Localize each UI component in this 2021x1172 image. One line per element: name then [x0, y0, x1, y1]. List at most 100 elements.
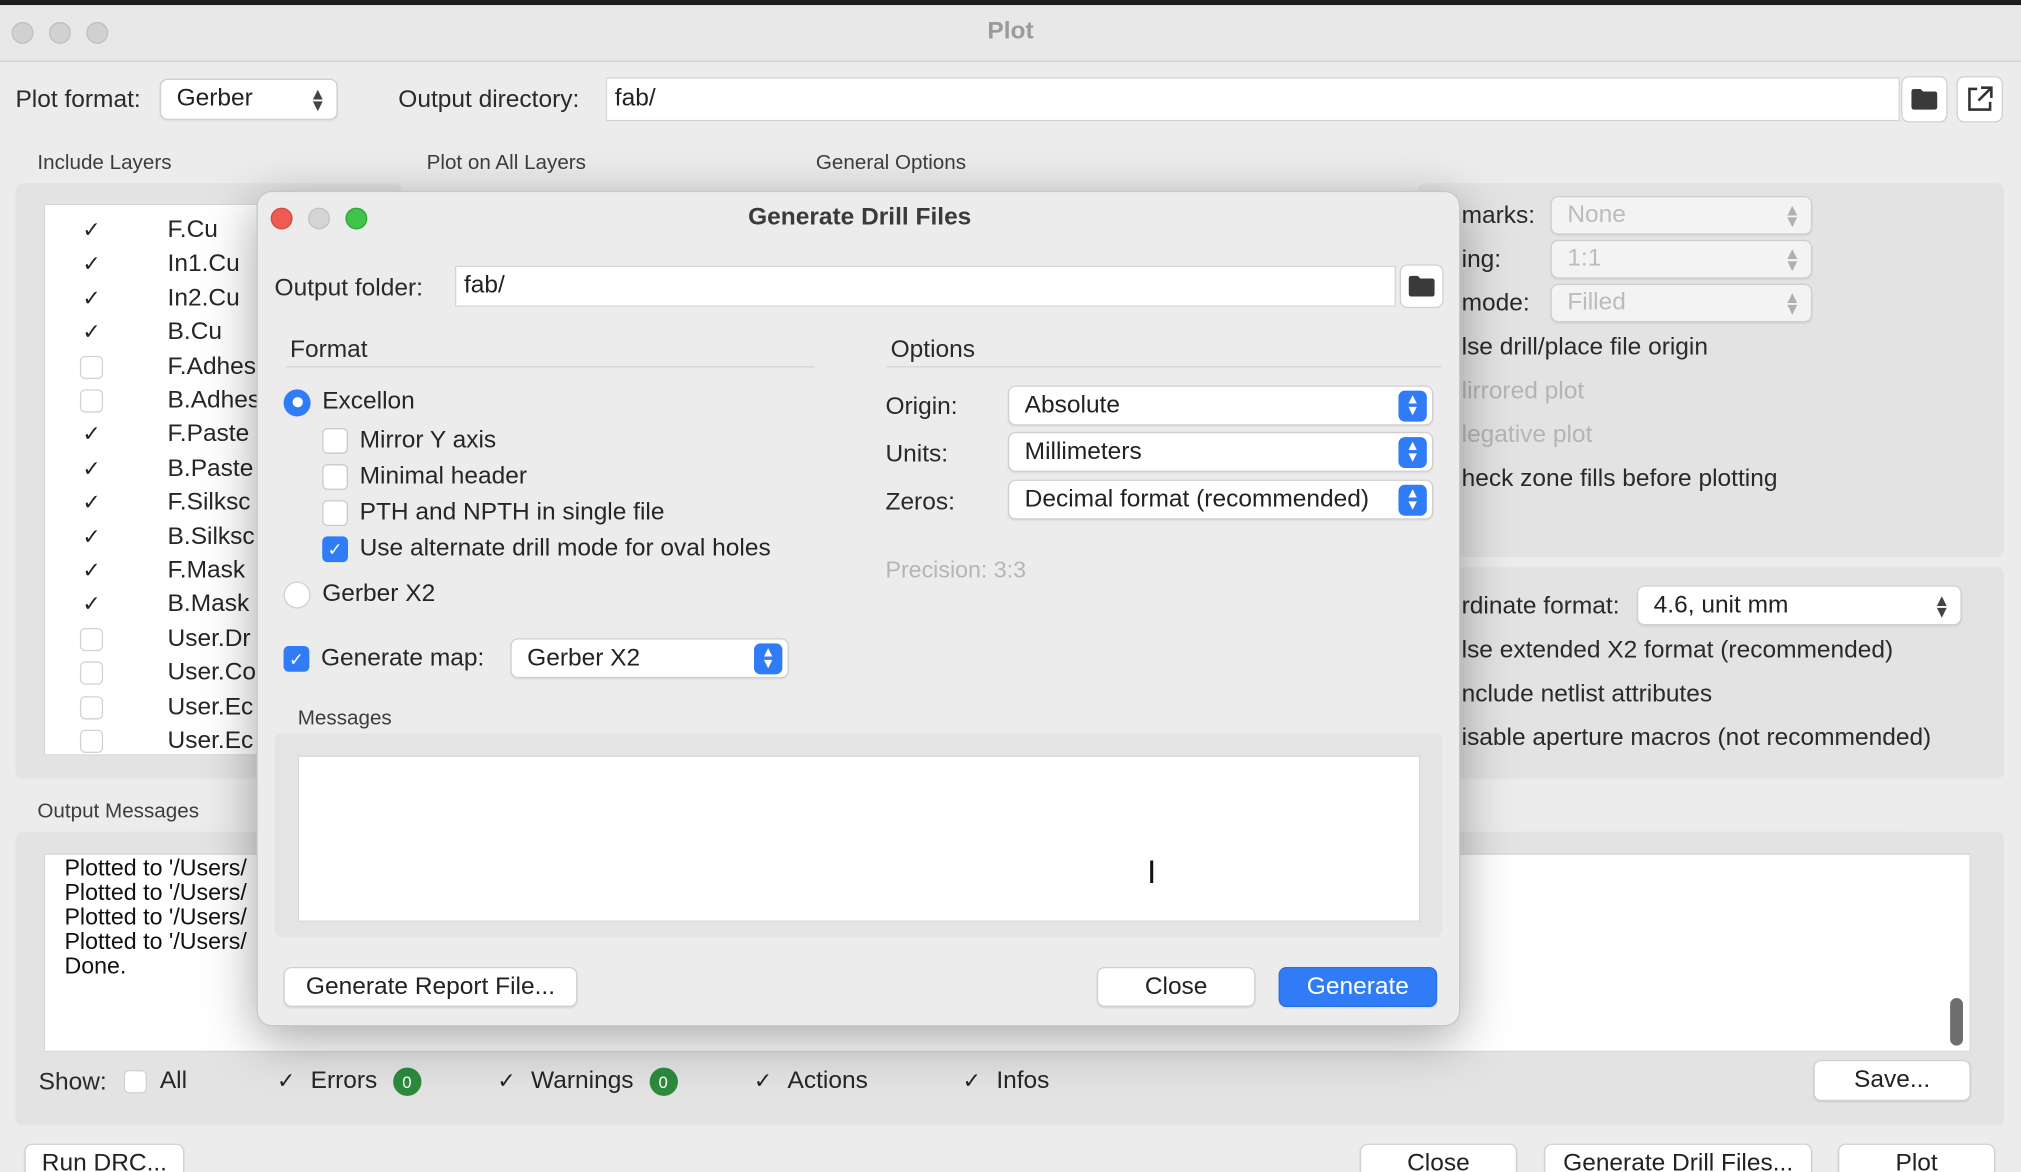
plot-button[interactable]: Plot: [1837, 1143, 1996, 1172]
layer-name: F.Paste: [167, 420, 250, 448]
output-messages-text: Plotted to '/Users/ Plotted to '/Users/ …: [64, 855, 247, 978]
plot-marks-label: marks:: [1461, 202, 1536, 230]
alternate-drill-checkbox[interactable]: ✓ Use alternate drill mode for oval hole…: [322, 532, 771, 566]
close-plot-button[interactable]: Close: [1359, 1143, 1518, 1172]
messages-textarea[interactable]: [297, 755, 1421, 922]
options-section-title: Options: [890, 336, 976, 364]
screen: Plot Plot format: Gerber ▲ ▼ Output direc…: [0, 0, 2021, 1172]
negative-plot-option[interactable]: legative plot: [1462, 422, 1593, 450]
scaling-label: ing:: [1461, 246, 1502, 274]
dialog-browse-folder-button[interactable]: [1399, 264, 1444, 309]
checkmark-icon[interactable]: ✓: [80, 524, 103, 550]
messages-scrollbar-thumb[interactable]: [1950, 997, 1964, 1046]
updown-icon: ▲ ▼: [1398, 436, 1427, 468]
checkbox-unchecked-icon: [322, 500, 349, 527]
mirrored-plot-option[interactable]: lirrored plot: [1462, 378, 1585, 406]
folder-icon: [1408, 275, 1435, 297]
origin-value: Absolute: [1024, 391, 1121, 419]
checkmark-icon[interactable]: ✓: [80, 558, 103, 584]
gerber-x2-label: Gerber X2: [322, 580, 436, 608]
layer-name: User.Co: [167, 659, 257, 687]
plot-format-value: Gerber: [176, 85, 253, 113]
checkmark-icon[interactable]: ✓: [80, 218, 103, 244]
checkbox-unchecked-icon[interactable]: [79, 355, 104, 379]
generate-map-checkbox[interactable]: ✓ Generate map:: [283, 642, 485, 676]
generate-report-button[interactable]: Generate Report File...: [283, 966, 578, 1007]
filter-all[interactable]: All: [123, 1065, 187, 1099]
excellon-radio[interactable]: Excellon: [283, 386, 415, 420]
checkmark-icon[interactable]: ✓: [80, 592, 103, 618]
plot-mode-label: mode:: [1461, 290, 1530, 318]
checkmark-icon[interactable]: ✓: [80, 422, 103, 448]
generate-map-label: Generate map:: [320, 644, 485, 672]
layer-name: B.Mask: [167, 591, 250, 619]
checkbox-unchecked-icon[interactable]: [79, 695, 104, 719]
save-messages-button[interactable]: Save...: [1813, 1059, 1971, 1102]
plot-format-select[interactable]: Gerber ▲ ▼: [159, 78, 338, 120]
format-divider: [286, 366, 815, 368]
checkmark-icon: ✓: [962, 1068, 982, 1094]
pth-npth-label: PTH and NPTH in single file: [359, 498, 665, 527]
checkbox-unchecked-icon[interactable]: [79, 729, 104, 753]
filter-warnings[interactable]: ✓ Warnings 0: [495, 1065, 678, 1099]
coordinate-format-select[interactable]: 4.6, unit mm ▲ ▼: [1636, 585, 1962, 626]
updown-icon: ▲ ▼: [309, 83, 327, 115]
plot-marks-select[interactable]: None ▲ ▼: [1550, 195, 1813, 235]
plot-marks-value: None: [1567, 201, 1626, 229]
browse-folder-button[interactable]: [1901, 76, 1948, 123]
all-checkbox[interactable]: [123, 1070, 147, 1094]
alternate-drill-label: Use alternate drill mode for oval holes: [359, 535, 771, 563]
checkbox-unchecked-icon[interactable]: [79, 661, 104, 685]
open-directory-button[interactable]: [1956, 76, 2003, 123]
extended-x2-option[interactable]: lse extended X2 format (recommended): [1462, 637, 1894, 665]
radio-selected-icon: [283, 388, 311, 416]
checkmark-icon[interactable]: ✓: [80, 456, 103, 482]
checkbox-unchecked-icon[interactable]: [79, 627, 104, 651]
coordinate-format-value: 4.6, unit mm: [1653, 591, 1789, 619]
excellon-label: Excellon: [322, 388, 415, 416]
zeros-value: Decimal format (recommended): [1024, 485, 1370, 513]
output-folder-input[interactable]: fab/: [454, 265, 1396, 307]
mirror-y-checkbox[interactable]: Mirror Y axis: [322, 424, 496, 458]
layer-name: User.Ec: [167, 693, 254, 721]
folder-icon: [1911, 88, 1938, 110]
output-directory-input[interactable]: fab/: [605, 77, 1900, 122]
scaling-select[interactable]: 1:1 ▲ ▼: [1550, 239, 1813, 279]
generate-drill-files-button[interactable]: Generate Drill Files...: [1544, 1143, 1813, 1172]
message-line: Plotted to '/Users/: [64, 879, 247, 906]
show-label: Show:: [38, 1068, 107, 1096]
filter-actions[interactable]: ✓ Actions: [751, 1065, 868, 1099]
pth-npth-checkbox[interactable]: PTH and NPTH in single file: [322, 496, 664, 530]
filter-infos[interactable]: ✓ Infos: [960, 1065, 1050, 1099]
zeros-select[interactable]: Decimal format (recommended) ▲ ▼: [1007, 479, 1434, 520]
netlist-attributes-option[interactable]: nclude netlist attributes: [1462, 681, 1712, 709]
dialog-close-button[interactable]: Close: [1096, 966, 1256, 1007]
units-select[interactable]: Millimeters ▲ ▼: [1007, 431, 1434, 472]
disable-aperture-macros-option[interactable]: isable aperture macros (not recommended): [1462, 725, 1932, 753]
map-format-select[interactable]: Gerber X2 ▲ ▼: [510, 638, 789, 679]
generate-button[interactable]: Generate: [1278, 966, 1438, 1007]
check-zone-fills-option[interactable]: heck zone fills before plotting: [1462, 465, 1778, 493]
filter-warnings-label: Warnings: [531, 1067, 634, 1095]
gerber-x2-radio[interactable]: Gerber X2: [283, 578, 436, 612]
checkmark-icon[interactable]: ✓: [80, 490, 103, 516]
output-directory-value: fab/: [614, 85, 656, 113]
checkbox-unchecked-icon[interactable]: [79, 389, 104, 413]
origin-select[interactable]: Absolute ▲ ▼: [1007, 385, 1434, 426]
output-folder-label: Output folder:: [274, 274, 423, 302]
filter-actions-label: Actions: [787, 1067, 868, 1095]
minimal-header-checkbox[interactable]: Minimal header: [322, 460, 527, 494]
run-drc-button[interactable]: Run DRC...: [24, 1143, 185, 1172]
checkmark-icon[interactable]: ✓: [80, 286, 103, 312]
layer-name: User.Dr: [167, 625, 251, 653]
general-options-title: General Options: [815, 152, 967, 175]
layer-name: B.Cu: [167, 318, 223, 346]
generate-drill-files-dialog: Generate Drill Files Output folder: fab/…: [256, 190, 1461, 1027]
map-format-value: Gerber X2: [527, 644, 641, 672]
plot-mode-select[interactable]: Filled ▲ ▼: [1550, 283, 1813, 323]
filter-errors[interactable]: ✓ Errors 0: [275, 1065, 422, 1099]
plot-mode-value: Filled: [1567, 288, 1626, 316]
checkmark-icon[interactable]: ✓: [80, 320, 103, 346]
checkmark-icon[interactable]: ✓: [80, 252, 103, 278]
use-drill-origin-option[interactable]: lse drill/place file origin: [1462, 334, 1708, 362]
